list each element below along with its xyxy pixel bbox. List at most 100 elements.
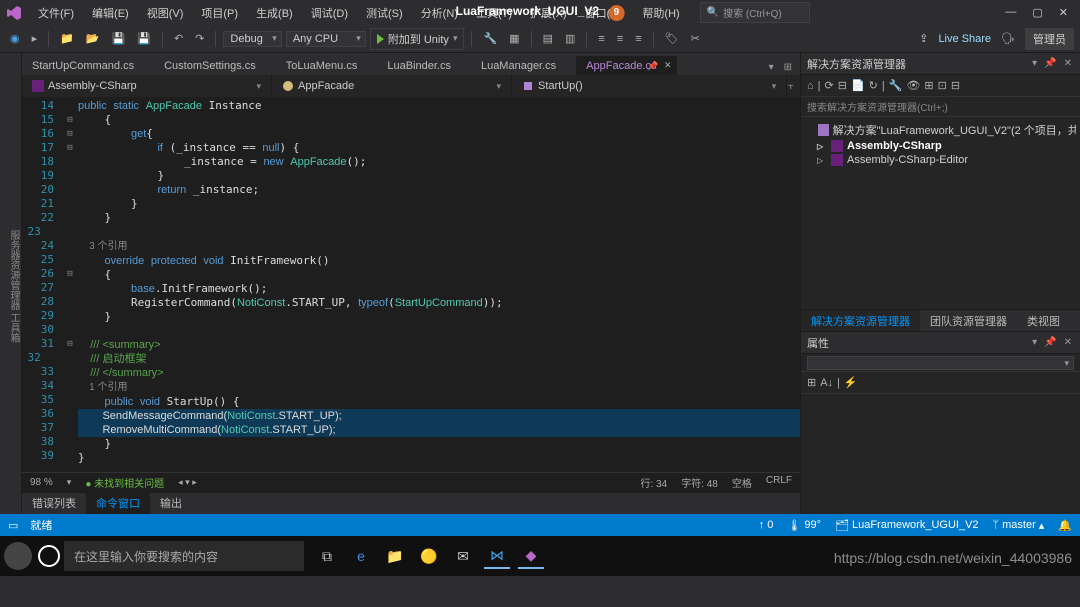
redo-button[interactable]: ↷ — [191, 30, 208, 47]
tool-icon-a[interactable]: ⊞ — [924, 79, 933, 92]
solution-tree[interactable]: 解决方案"LuaFramework_UGUI_V2"(2 个项目，共 2 个) … — [801, 117, 1080, 309]
menu-调试(D)[interactable]: 调试(D) — [303, 2, 356, 24]
notif-icon[interactable]: 🔔 — [1058, 519, 1072, 532]
show-all-icon[interactable]: 📄 — [851, 79, 865, 92]
tab-AppFacade.cs[interactable]: AppFacade.cs📌✕ — [576, 56, 676, 75]
chrome-icon[interactable]: 🟡 — [416, 543, 442, 569]
bottom-tab-2[interactable]: 输出 — [150, 492, 192, 514]
edge-icon[interactable]: e — [348, 543, 374, 569]
toolbar-icon-3[interactable]: ▤ — [539, 30, 557, 47]
tool-icon-c[interactable]: ⊟ — [951, 79, 960, 92]
sort-icon[interactable]: A↓ — [820, 377, 833, 389]
split-icon[interactable]: ⫟ — [787, 80, 800, 93]
panel-dropdown-icon[interactable]: ▾ — [1030, 57, 1039, 70]
minimize-button[interactable]: — — [1005, 6, 1016, 19]
panel-pin-icon[interactable]: 📌 — [1042, 57, 1058, 70]
project-row-0[interactable]: ▷ Assembly-CSharp — [805, 139, 1076, 153]
sync-icon[interactable]: ⟳ — [825, 79, 834, 92]
preview-icon[interactable]: 👁 — [906, 79, 920, 92]
output-icon[interactable]: ▭ — [8, 519, 18, 532]
cortana-icon[interactable] — [38, 545, 60, 567]
tab-StartUpCommand.cs[interactable]: StartUpCommand.cs — [22, 57, 154, 75]
pending-changes[interactable]: ↑ 0 — [759, 519, 774, 531]
maximize-button[interactable]: ▢ — [1032, 6, 1042, 19]
zoom-level[interactable]: 98 % — [30, 477, 53, 488]
bottom-tab-0[interactable]: 错误列表 — [22, 492, 86, 514]
menu-帮助(H)[interactable]: 帮助(H) — [634, 2, 687, 24]
toolbar-icon-5[interactable]: ≡ — [594, 31, 608, 47]
notif-badge[interactable]: 9 — [608, 5, 624, 21]
menu-生成(B)[interactable]: 生成(B) — [248, 2, 301, 24]
eol-mode[interactable]: CRLF — [766, 475, 792, 490]
panel-tab-0[interactable]: 解决方案资源管理器 — [801, 310, 920, 332]
temp-indicator[interactable]: 🌡 99° — [787, 519, 821, 532]
props-close-icon[interactable]: ✕ — [1062, 336, 1074, 349]
props-icon[interactable]: 🔧 — [889, 79, 903, 92]
global-search[interactable]: 🔍 搜索 (Ctrl+Q) — [700, 2, 810, 23]
tool-icon-b[interactable]: ⊡ — [938, 79, 947, 92]
bottom-tab-1[interactable]: 命令窗口 — [86, 492, 150, 514]
tab-LuaManager.cs[interactable]: LuaManager.cs — [471, 57, 576, 75]
toolbar-icon-1[interactable]: 🔧 — [479, 30, 501, 47]
platform-dropdown[interactable]: Any CPU — [286, 31, 366, 47]
toolbar-icon-7[interactable]: ≡ — [631, 31, 645, 47]
toolbar-icon-2[interactable]: ▦ — [505, 30, 523, 47]
solution-search[interactable]: 搜索解决方案资源管理器(Ctrl+;) — [801, 97, 1080, 117]
branch-indicator[interactable]: ᛘ master ▴ — [993, 519, 1045, 532]
ins-mode[interactable]: 空格 — [732, 475, 752, 490]
close-button[interactable]: ✕ — [1059, 6, 1068, 19]
tab-CustomSettings.cs[interactable]: CustomSettings.cs — [154, 57, 276, 75]
crumb-class[interactable]: AppFacade ▾ — [272, 75, 512, 97]
project-row-1[interactable]: ▷ Assembly-CSharp-Editor — [805, 153, 1076, 167]
props-object-dropdown[interactable] — [807, 356, 1074, 370]
share-icon[interactable]: ⇪ — [919, 32, 928, 45]
toolbar-icon-9[interactable]: ✂ — [687, 30, 704, 47]
toolbar-icon-6[interactable]: ≡ — [613, 31, 627, 47]
menu-视图(V)[interactable]: 视图(V) — [139, 2, 192, 24]
nav-back-button[interactable]: ◉ — [6, 30, 24, 47]
crumb-scope[interactable]: Assembly-CSharp ▾ — [22, 75, 272, 97]
feedback-icon[interactable]: 🗣 — [1001, 32, 1015, 45]
panel-tab-2[interactable]: 类视图 — [1017, 310, 1070, 332]
collapse-icon[interactable]: ⊟ — [838, 79, 847, 92]
config-dropdown[interactable]: Debug — [223, 31, 281, 47]
toolbar-icon-4[interactable]: ▥ — [561, 30, 579, 47]
windows-search[interactable]: 在这里输入你要搜索的内容 — [64, 541, 304, 571]
menu-文件(F)[interactable]: 文件(F) — [30, 2, 82, 24]
events-icon[interactable]: ⚡ — [844, 376, 858, 389]
categorize-icon[interactable]: ⊞ — [807, 376, 816, 389]
run-button[interactable]: 附加到 Unity ▾ — [370, 28, 465, 50]
props-pin-icon[interactable]: 📌 — [1042, 336, 1058, 349]
refresh-icon[interactable]: ↻ — [869, 79, 878, 92]
solution-explorer-icon[interactable]: ⊞ — [780, 60, 796, 75]
crumb-method[interactable]: StartUp() ▾ — [512, 75, 787, 97]
menu-测试(S)[interactable]: 测试(S) — [358, 2, 411, 24]
mail-icon[interactable]: ✉ — [450, 543, 476, 569]
tabs-dropdown-icon[interactable]: ▾ — [765, 60, 778, 75]
nav-fwd-button[interactable]: ▸ — [28, 30, 42, 47]
project-indicator[interactable]: 🗂 LuaFramework_UGUI_V2 — [835, 519, 979, 532]
open-button[interactable]: 📂 — [82, 30, 104, 47]
tab-ToLuaMenu.cs[interactable]: ToLuaMenu.cs — [276, 57, 378, 75]
solution-root[interactable]: 解决方案"LuaFramework_UGUI_V2"(2 个项目，共 2 个) — [805, 121, 1076, 139]
home-icon[interactable]: ⌂ — [807, 80, 814, 92]
panel-close-icon[interactable]: ✕ — [1062, 57, 1074, 70]
live-share-button[interactable]: Live Share — [938, 33, 991, 45]
save-button[interactable]: 💾 — [108, 30, 130, 47]
panel-tab-1[interactable]: 团队资源管理器 — [920, 310, 1017, 332]
user-avatar-icon[interactable] — [4, 542, 32, 570]
props-dropdown-icon[interactable]: ▾ — [1030, 336, 1039, 349]
save-all-button[interactable]: 💾 — [133, 30, 155, 47]
explorer-icon[interactable]: 📁 — [382, 543, 408, 569]
new-project-button[interactable]: 📁 — [56, 30, 78, 47]
menu-项目(P)[interactable]: 项目(P) — [193, 2, 246, 24]
undo-button[interactable]: ↶ — [170, 30, 187, 47]
task-view-icon[interactable]: ⧉ — [314, 543, 340, 569]
toolbar-icon-8[interactable]: 🏷 — [661, 30, 683, 47]
tab-LuaBinder.cs[interactable]: LuaBinder.cs — [377, 57, 471, 75]
menu-编辑(E)[interactable]: 编辑(E) — [84, 2, 137, 24]
nav-arrows[interactable]: ◂ ▾ ▸ — [178, 477, 197, 488]
left-sidebar[interactable]: 服务器资源管理器 工具箱 — [0, 53, 22, 514]
issues-indicator[interactable]: ● 未找到相关问题 — [85, 475, 164, 490]
code-editor[interactable]: 14 15 16 17 18 19 20 21 22 23 24 25 26 2… — [22, 97, 800, 472]
